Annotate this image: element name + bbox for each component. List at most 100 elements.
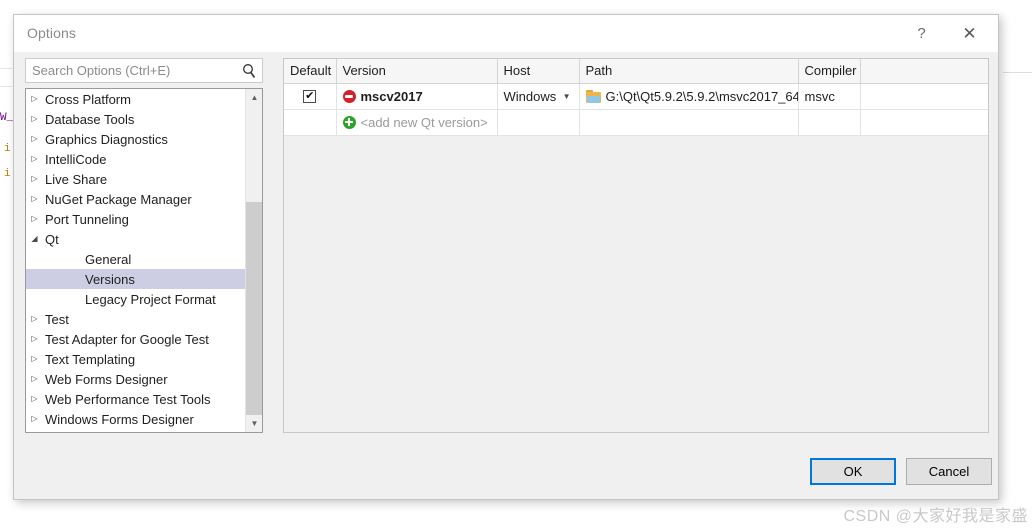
bg-rule-right [1003,72,1032,73]
cell-path[interactable]: G:\Qt\Qt5.9.2\5.9.2\msvc2017_64 [579,83,799,110]
cell-default[interactable] [284,109,337,136]
tree-item-text-templating[interactable]: Text Templating [26,349,262,369]
ok-button[interactable]: OK [810,458,896,485]
table-body: ✔ mscv2017 Windows ▼ G:\Qt\Qt5.9.2\5.9.2\msv… [284,83,988,136]
error-icon [342,89,356,103]
column-header-default[interactable]: Default [284,59,337,84]
column-header-path[interactable]: Path [579,59,799,84]
chevron-right-icon[interactable] [26,129,43,149]
dialog-titlebar: Options ? ✕ [14,15,998,52]
tree-item-label: Windows Forms Designer [45,411,194,427]
column-header-compiler[interactable]: Compiler [798,59,861,84]
cell-compiler[interactable] [798,109,861,136]
chevron-right-icon[interactable] [26,389,43,409]
version-wrap: mscv2017 [342,88,497,104]
cell-path[interactable] [579,109,799,136]
version-label: <add new Qt version> [360,114,488,130]
bg-code-fragment: i [4,168,11,180]
bg-code-fragment: W_ [0,112,14,124]
help-icon[interactable]: ? [899,15,944,52]
cell-compiler[interactable]: msvc [798,83,861,110]
chevron-right-icon[interactable] [26,109,43,129]
tree-item-intellicode[interactable]: IntelliCode [26,149,262,169]
folder-icon[interactable] [585,89,601,103]
cell-version[interactable]: <add new Qt version> [336,109,498,136]
column-header-version[interactable]: Version [336,59,498,84]
path-value: G:\Qt\Qt5.9.2\5.9.2\msvc2017_64 [605,88,798,104]
column-header-extra[interactable] [860,59,988,84]
qt-versions-table: Default Version Host Path Compiler ✔ mscv… [283,58,989,433]
chevron-right-icon[interactable] [26,349,43,369]
table-row[interactable]: <add new Qt version> [284,109,988,136]
search-input[interactable]: Search Options (Ctrl+E) [25,58,263,83]
tree-item-versions[interactable]: Versions [26,269,262,289]
tree-item-label: Cross Platform [45,91,131,107]
chevron-down-icon[interactable]: ▼ [246,415,262,432]
options-tree[interactable]: Cross Platform Database Tools Graphics Dia… [25,88,263,433]
tree-item-label: Live Share [45,171,108,187]
tree-item-label: Web Performance Test Tools [45,391,211,407]
tree-item-graphics-diagnostics[interactable]: Graphics Diagnostics [26,129,262,149]
tree-item-label: Web Forms Designer [45,371,168,387]
chevron-right-icon[interactable] [26,189,43,209]
tree-item-legacy-project-format[interactable]: Legacy Project Format [26,289,262,309]
tree-item-test-adapter-for-google-test[interactable]: Test Adapter for Google Test [26,329,262,349]
chevron-right-icon[interactable] [26,149,43,169]
path-wrap: G:\Qt\Qt5.9.2\5.9.2\msvc2017_64 [585,88,798,104]
tree-item-label: Test Adapter for Google Test [45,331,209,347]
cancel-button[interactable]: Cancel [906,458,992,485]
search-icon [243,64,256,78]
tree-item-label: General [85,251,132,267]
tree-item-nuget-package-manager[interactable]: NuGet Package Manager [26,189,262,209]
chevron-right-icon[interactable] [26,89,43,109]
tree-item-database-tools[interactable]: Database Tools [26,109,262,129]
tree-item-web-forms-designer[interactable]: Web Forms Designer [26,369,262,389]
tree-item-label: Versions [85,271,135,287]
bg-rule [0,68,12,69]
version-label: mscv2017 [360,88,423,104]
cell-host[interactable] [497,109,580,136]
checkbox-wrap: ✔ [290,89,335,103]
host-value: Windows [503,88,557,104]
chevron-down-icon[interactable] [26,229,43,249]
chevron-right-icon[interactable] [26,309,43,329]
chevron-right-icon[interactable] [26,209,43,229]
search-placeholder: Search Options (Ctrl+E) [32,63,171,78]
column-header-host[interactable]: Host [497,59,580,84]
scrollbar-thumb[interactable] [246,202,262,415]
versions-grid: Default Version Host Path Compiler ✔ mscv… [284,59,988,136]
close-icon[interactable]: ✕ [947,15,992,52]
chevron-right-icon[interactable] [26,329,43,349]
tree-item-windows-forms-designer[interactable]: Windows Forms Designer [26,409,262,429]
tree-item-label: Database Tools [45,111,135,127]
chevron-right-icon[interactable] [26,409,43,429]
tree-item-live-share[interactable]: Live Share [26,169,262,189]
cell-version[interactable]: mscv2017 [336,83,498,110]
tree-item-web-performance-test-tools[interactable]: Web Performance Test Tools [26,389,262,409]
cell-host[interactable]: Windows ▼ [497,83,580,110]
tree-scrollbar[interactable]: ▲ ▼ [245,89,262,432]
tree-item-test[interactable]: Test [26,309,262,329]
options-dialog: Options ? ✕ Search Options (Ctrl+E) Cros… [13,14,999,500]
tree-item-label: Port Tunneling [45,211,129,227]
table-row[interactable]: ✔ mscv2017 Windows ▼ G:\Qt\Qt5.9.2\5.9.2\msv… [284,83,988,110]
bg-code-fragment: i [4,143,11,155]
table-header-row: Default Version Host Path Compiler [284,59,988,84]
cell-extra[interactable] [860,83,988,110]
cell-extra[interactable] [860,109,988,136]
tree-item-port-tunneling[interactable]: Port Tunneling [26,209,262,229]
tree-item-label: IntelliCode [45,151,107,167]
tree-item-general[interactable]: General [26,249,262,269]
version-wrap: <add new Qt version> [342,114,497,130]
default-checkbox[interactable]: ✔ [303,89,317,103]
tree-item-cross-platform[interactable]: Cross Platform [26,89,262,109]
chevron-up-icon[interactable]: ▲ [246,89,262,106]
chevron-right-icon[interactable] [26,169,43,189]
host-combobox[interactable]: Windows ▼ [504,89,579,104]
tree-list: Cross Platform Database Tools Graphics Dia… [26,89,262,429]
chevron-down-icon[interactable]: ▼ [563,92,571,101]
cell-default[interactable]: ✔ [284,83,337,110]
chevron-right-icon[interactable] [26,369,43,389]
tree-item-qt[interactable]: Qt [26,229,262,249]
tree-item-label: Qt [45,231,59,247]
